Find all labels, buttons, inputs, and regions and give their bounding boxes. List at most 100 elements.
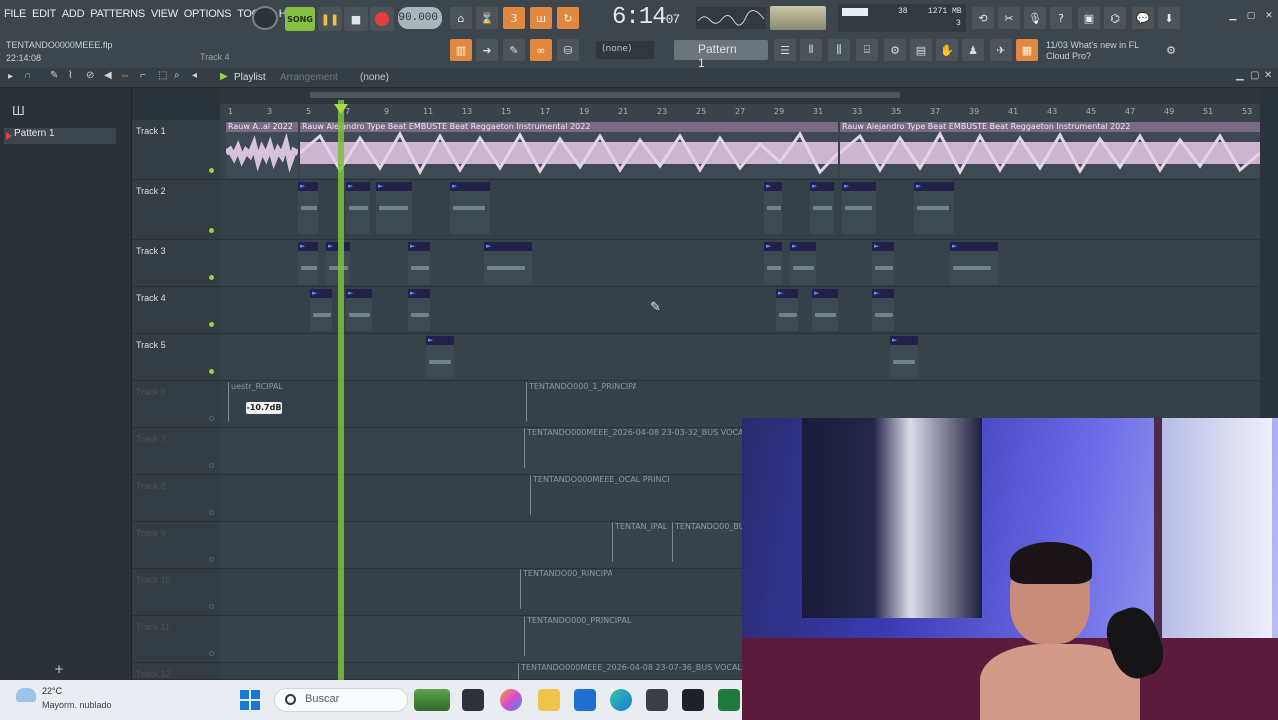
pencil-tool-icon[interactable]: ✎ bbox=[50, 70, 58, 81]
track-header[interactable]: Track 10 bbox=[132, 569, 220, 616]
download-button[interactable]: ⬇ bbox=[1158, 7, 1180, 29]
muted-clip[interactable]: TENTANDO000MEEE_2026-04-08 23-03-32_BUS … bbox=[524, 428, 742, 468]
metronome-button[interactable]: ⌂ bbox=[450, 7, 472, 29]
zoom-tool-icon[interactable]: ⌕ bbox=[174, 70, 180, 81]
pattern-clip[interactable]: ► bbox=[842, 182, 876, 234]
menu-patterns[interactable]: PATTERNS bbox=[90, 8, 145, 20]
slice-tool-icon[interactable]: ⌐ bbox=[140, 70, 146, 81]
stamp-button[interactable]: ⛁ bbox=[557, 39, 579, 61]
add-pattern-icon[interactable]: + bbox=[54, 662, 64, 676]
select-tool-icon[interactable]: ⬚ bbox=[158, 70, 167, 81]
playlist-maximize[interactable]: ▢ bbox=[1250, 70, 1259, 81]
render-button[interactable]: ⌬ bbox=[1104, 7, 1126, 29]
pattern-clip[interactable]: ► bbox=[408, 242, 430, 284]
playlist-minimize[interactable]: ▁ bbox=[1236, 70, 1244, 81]
pattern-song-toggle[interactable] bbox=[252, 6, 278, 30]
pattern-clip[interactable]: ► bbox=[408, 289, 430, 331]
edison-button[interactable]: ▦ bbox=[1016, 39, 1038, 61]
playback-tool-icon[interactable]: ◂ bbox=[192, 70, 197, 81]
muted-clip[interactable]: TENTANDO000MEEE_OCAL PRINCIPAL bbox=[530, 475, 670, 515]
horizontal-scrollbar[interactable] bbox=[310, 92, 900, 98]
store-icon[interactable] bbox=[574, 689, 596, 711]
mixer-button[interactable]: ⫼ bbox=[828, 39, 850, 61]
pattern-selector[interactable]: Pattern 1 bbox=[674, 40, 768, 70]
chat-button[interactable]: 💬 bbox=[1132, 7, 1154, 29]
mic-button[interactable]: 🎙 bbox=[1024, 7, 1046, 29]
app-cube-icon[interactable] bbox=[646, 689, 668, 711]
track-mute-led[interactable] bbox=[209, 168, 214, 173]
touch-button[interactable]: ✋ bbox=[936, 39, 958, 61]
edge-icon[interactable] bbox=[610, 689, 632, 711]
mute-tool-icon[interactable]: ◀ bbox=[104, 70, 112, 81]
file-button[interactable]: ▤ bbox=[910, 39, 932, 61]
magnet-icon[interactable]: ∩ bbox=[24, 70, 31, 81]
maximize-button[interactable]: ▢ bbox=[1244, 11, 1258, 23]
plugin-button[interactable]: ⚙ bbox=[884, 39, 906, 61]
pattern-clip[interactable]: ► bbox=[426, 336, 454, 378]
news-panel[interactable]: 11/03 What's new in FL Cloud Pro? bbox=[1046, 40, 1139, 62]
playlist-close[interactable]: ✕ bbox=[1264, 70, 1272, 81]
channel-rack-button[interactable]: ⫴ bbox=[800, 39, 822, 61]
weather-desc[interactable]: Mayorm. nublado bbox=[42, 700, 112, 710]
step-edit-button[interactable]: ш bbox=[530, 7, 552, 29]
menu-options[interactable]: OPTIONS bbox=[184, 8, 232, 20]
person-button[interactable]: ♟ bbox=[962, 39, 984, 61]
pattern-clip[interactable]: ► bbox=[484, 242, 532, 284]
muted-clip[interactable]: TENTANDO000_PRINCIPAL bbox=[524, 616, 634, 656]
browser-button[interactable]: ⌸ bbox=[856, 39, 878, 61]
weather-icon[interactable] bbox=[16, 688, 36, 702]
record-button[interactable] bbox=[370, 7, 394, 31]
menu-file[interactable]: FILE bbox=[4, 8, 26, 20]
track-mute-led[interactable] bbox=[209, 228, 214, 233]
muted-clip[interactable]: TENTANDO000MEEE_2026-04-08 23-07-36_BUS … bbox=[518, 663, 742, 680]
track-mute-led[interactable] bbox=[209, 510, 214, 515]
overview-strip[interactable] bbox=[220, 88, 1260, 104]
pattern-clip[interactable]: ► bbox=[298, 242, 318, 284]
track-mute-led[interactable] bbox=[209, 557, 214, 562]
pattern-clip[interactable]: ► bbox=[346, 289, 372, 331]
menu-view[interactable]: VIEW bbox=[151, 8, 178, 20]
taskbar-search[interactable]: Buscar bbox=[274, 688, 408, 712]
pattern-item[interactable]: Pattern 1 bbox=[4, 128, 116, 144]
track-mute-led[interactable] bbox=[209, 322, 214, 327]
track-mute-led[interactable] bbox=[209, 416, 214, 421]
pattern-clip[interactable]: ► bbox=[346, 182, 370, 234]
pause-button[interactable]: ❚❚ bbox=[318, 7, 342, 31]
pattern-clip[interactable]: ► bbox=[872, 289, 894, 331]
muted-clip[interactable]: TENTAN_IPAL bbox=[612, 522, 670, 562]
undo-button[interactable]: ⟲ bbox=[972, 7, 994, 29]
pattern-clip[interactable]: ► bbox=[450, 182, 490, 234]
delete-tool-icon[interactable]: ⊘ bbox=[86, 70, 94, 81]
pattern-clip[interactable]: ► bbox=[890, 336, 918, 378]
track-header[interactable]: Track 3 bbox=[132, 240, 220, 287]
pencil-button[interactable]: ✎ bbox=[503, 39, 525, 61]
pattern-clip[interactable]: ► bbox=[914, 182, 954, 234]
copilot-icon[interactable] bbox=[500, 689, 522, 711]
snap-select[interactable]: (none) bbox=[596, 41, 654, 59]
bar-ruler[interactable]: 1 3 5 7 9 11 13 15 17 19 21 23 25 27 29 31 33 35 37 39 41 43 4… bbox=[220, 104, 1260, 120]
excel-icon[interactable] bbox=[718, 689, 740, 711]
pattern-clip[interactable]: ► bbox=[764, 182, 782, 234]
track-header[interactable]: Track 6 bbox=[132, 381, 220, 428]
widget-forest-icon[interactable] bbox=[414, 689, 450, 711]
track-header[interactable]: Track 9 bbox=[132, 522, 220, 569]
pattern-clip[interactable]: ► bbox=[764, 242, 782, 284]
track-header[interactable]: Track 12 bbox=[132, 663, 220, 680]
playlist-view-button[interactable]: ☰ bbox=[774, 39, 796, 61]
brush-tool-icon[interactable]: ⌇ bbox=[68, 70, 73, 81]
piano-roll-button[interactable]: ▥ bbox=[450, 39, 472, 61]
news-settings-button[interactable]: ⚙ bbox=[1160, 39, 1182, 61]
folder-icon[interactable] bbox=[538, 689, 560, 711]
playhead[interactable] bbox=[338, 100, 344, 680]
audio-clip[interactable]: Rauw A..al 2022 bbox=[226, 122, 298, 178]
arrow-button[interactable]: ➜ bbox=[476, 39, 498, 61]
cut-button[interactable]: ✂ bbox=[998, 7, 1020, 29]
track-mute-led[interactable] bbox=[209, 604, 214, 609]
song-mode-button[interactable]: SONG bbox=[285, 7, 315, 31]
track-mute-led[interactable] bbox=[209, 463, 214, 468]
playlist-selection[interactable]: (none) bbox=[360, 72, 389, 83]
pattern-clip[interactable]: ► bbox=[812, 289, 838, 331]
muted-clip[interactable]: TENTANDO00_BUS bbox=[672, 522, 742, 562]
track-header[interactable]: Track 5 bbox=[132, 334, 220, 381]
close-button[interactable]: ✕ bbox=[1262, 11, 1276, 23]
